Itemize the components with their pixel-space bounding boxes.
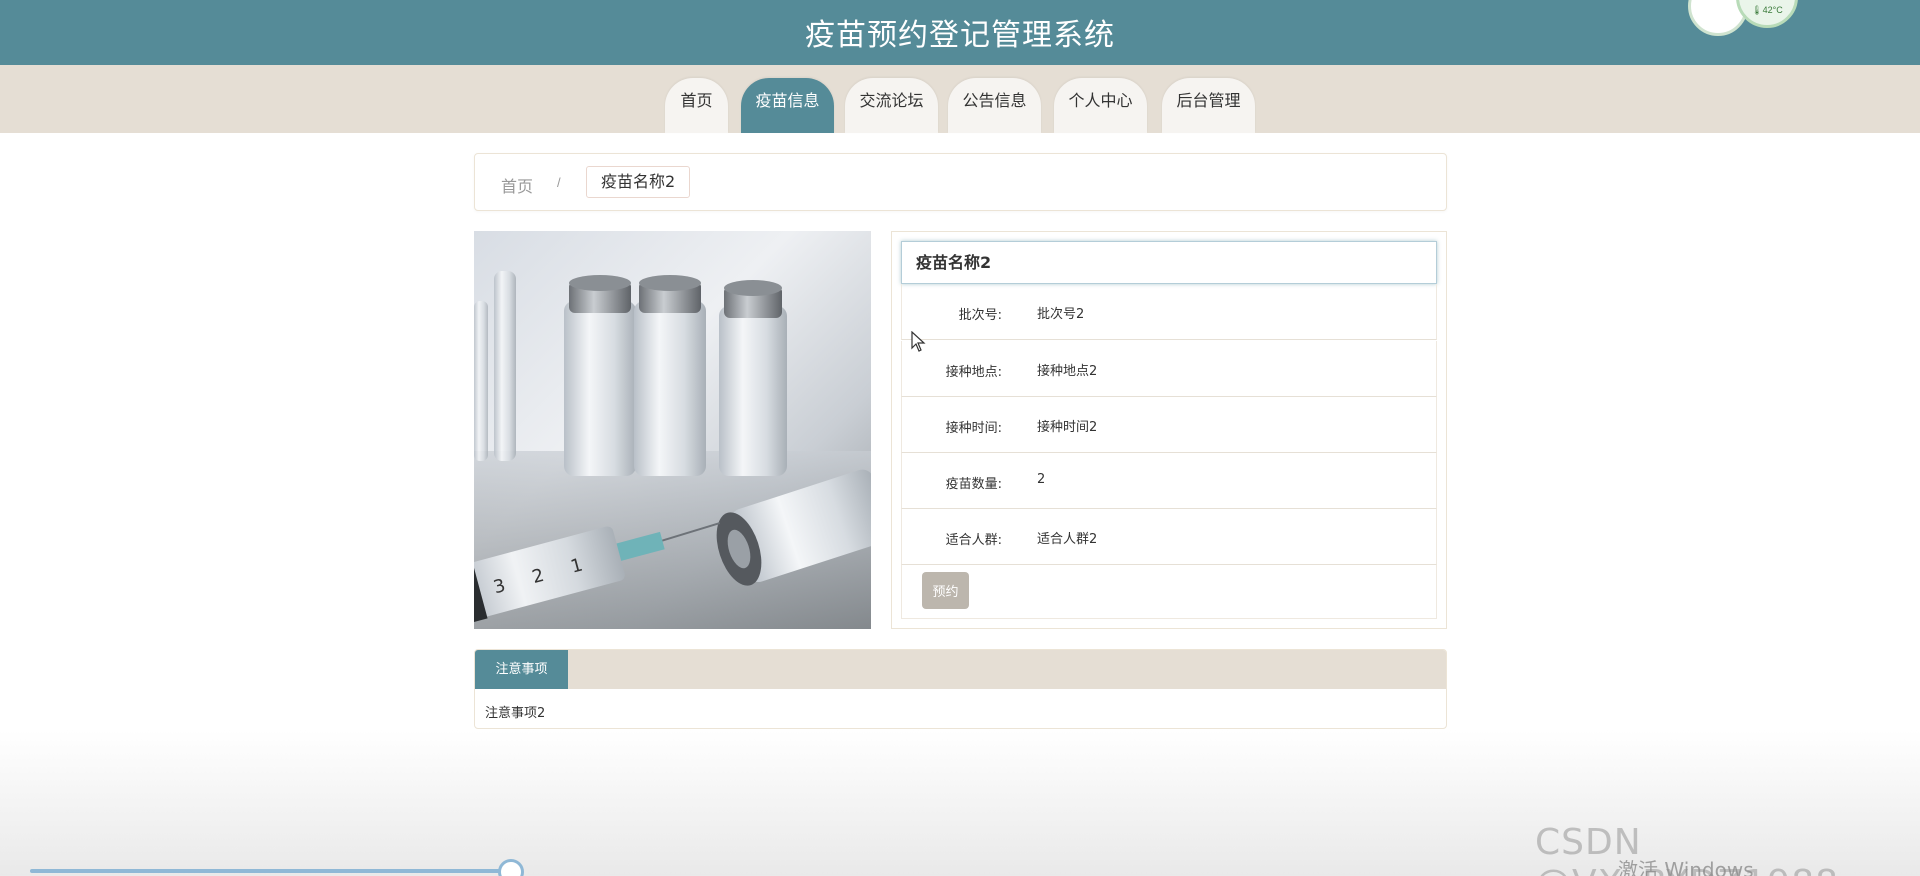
vaccine-detail-panel: 疫苗名称2 批次号: 批次号2 接种地点: 接种地点2 接种时间: 接种时间2 … bbox=[891, 231, 1447, 629]
notice-panel: 注意事项 注意事项2 bbox=[474, 649, 1447, 729]
detail-actions: 预约 bbox=[901, 565, 1437, 619]
activate-windows-text: 激活 Windows bbox=[1618, 858, 1754, 876]
detail-row-batch: 批次号: 批次号2 bbox=[901, 284, 1437, 340]
vaccine-name-title: 疫苗名称2 bbox=[901, 241, 1437, 284]
breadcrumb-home-link[interactable]: 首页 bbox=[501, 173, 533, 197]
vials-syringe-illustration: 1 2 3 bbox=[474, 271, 871, 629]
detail-row-location: 接种地点: 接种地点2 bbox=[901, 341, 1437, 397]
reserve-button[interactable]: 预约 bbox=[922, 572, 969, 609]
notice-tab[interactable]: 注意事项 bbox=[475, 650, 568, 689]
nav-item-home[interactable]: 首页 bbox=[665, 78, 728, 133]
detail-label: 疫苗数量: bbox=[945, 477, 1002, 492]
breadcrumb: 首页 / 疫苗名称2 bbox=[474, 153, 1447, 211]
detail-row-population: 适合人群: 适合人群2 bbox=[901, 509, 1437, 565]
detail-value: 接种地点2 bbox=[1037, 364, 1098, 379]
detail-row-time: 接种时间: 接种时间2 bbox=[901, 397, 1437, 453]
main-nav: 首页 疫苗信息 交流论坛 公告信息 个人中心 后台管理 bbox=[0, 65, 1920, 133]
detail-value: 接种时间2 bbox=[1037, 420, 1098, 435]
nav-item-forum[interactable]: 交流论坛 bbox=[845, 78, 938, 133]
progress-slider-track[interactable] bbox=[30, 869, 512, 873]
nav-item-vaccine-info[interactable]: 疫苗信息 bbox=[741, 78, 834, 133]
detail-label: 接种时间: bbox=[945, 421, 1002, 436]
vaccine-image: 1 2 3 bbox=[474, 231, 871, 629]
detail-value: 适合人群2 bbox=[1037, 532, 1098, 547]
nav-item-admin[interactable]: 后台管理 bbox=[1162, 78, 1255, 133]
detail-value: 2 bbox=[1037, 472, 1046, 487]
detail-label: 批次号: bbox=[958, 308, 1002, 323]
breadcrumb-separator: / bbox=[557, 175, 561, 190]
mouse-cursor-icon bbox=[911, 331, 926, 352]
progress-slider-handle[interactable] bbox=[498, 859, 524, 876]
detail-value: 批次号2 bbox=[1037, 307, 1085, 322]
temperature-value: 42°C bbox=[1762, 5, 1783, 15]
breadcrumb-current: 疫苗名称2 bbox=[586, 166, 691, 198]
notice-header: 注意事项 bbox=[475, 650, 1446, 689]
nav-item-announcements[interactable]: 公告信息 bbox=[948, 78, 1041, 133]
notice-content: 注意事项2 bbox=[485, 706, 546, 721]
detail-label: 接种地点: bbox=[945, 365, 1002, 380]
thermometer-icon: 🌡 bbox=[1751, 5, 1763, 15]
detail-row-quantity: 疫苗数量: 2 bbox=[901, 453, 1437, 509]
detail-label: 适合人群: bbox=[945, 533, 1002, 548]
site-title: 疫苗预约登记管理系统 bbox=[805, 18, 1115, 53]
nav-item-personal-center[interactable]: 个人中心 bbox=[1054, 78, 1147, 133]
top-header: 疫苗预约登记管理系统 🌡42°C bbox=[0, 0, 1920, 65]
